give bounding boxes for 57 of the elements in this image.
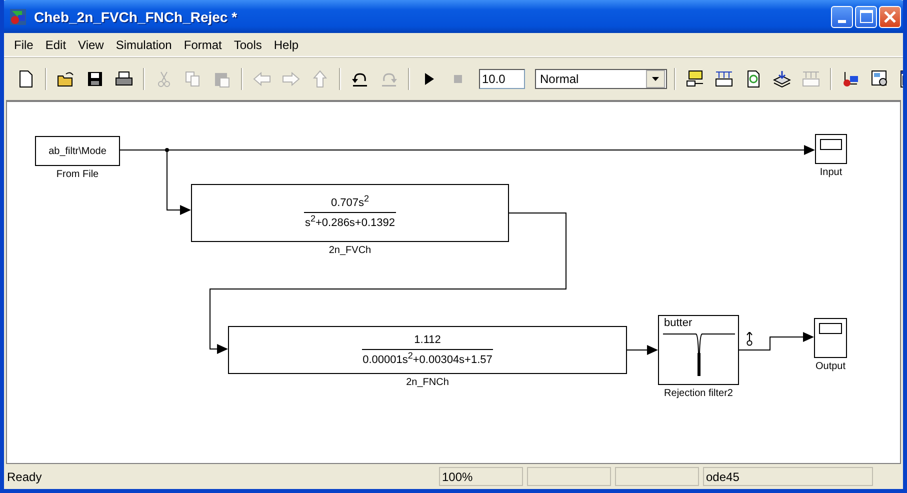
notch-response-icon: [662, 333, 734, 377]
filter-block[interactable]: butter: [658, 315, 739, 385]
scissors-icon: [155, 70, 173, 88]
library-icon: [686, 70, 704, 88]
output-port-icon: [746, 332, 753, 346]
numerator-text: 0.707s$^{2}$: [330, 197, 370, 209]
solver-name: ode45: [703, 467, 873, 486]
numerator-text: 1.112: [413, 334, 442, 346]
zoom-level: 100%: [439, 467, 523, 486]
menu-item[interactable]: File: [8, 36, 40, 54]
block-label: Rejection filter2: [664, 388, 733, 399]
scope-block[interactable]: [815, 134, 847, 164]
block-label: Input: [820, 167, 842, 178]
block-label: 2n_FVCh: [328, 245, 372, 256]
stop-time-field[interactable]: 10.0: [479, 69, 525, 89]
window-title: Cheb_2n_FVCh_FNCh_Rejec *: [34, 8, 238, 24]
menu-item[interactable]: Simulation: [110, 36, 178, 54]
layers-icon: [773, 70, 791, 88]
menu-item[interactable]: Format: [178, 36, 228, 54]
block-text: butter: [663, 317, 692, 330]
transfer-function-block[interactable]: 1.112 0.00001s$^{2}$+0.00304s+1.57: [228, 326, 627, 374]
signal-line: [626, 345, 658, 355]
denominator-text: s$^{2}$+0.286s+0.1392: [304, 217, 396, 229]
close-icon: [883, 10, 897, 24]
block-label: Output: [815, 361, 846, 372]
caret-icon: [652, 77, 659, 81]
keyboard-icon: [715, 70, 733, 88]
branch-point: [165, 148, 169, 152]
menu-item[interactable]: View: [72, 36, 110, 54]
menu-item[interactable]: Edit: [39, 36, 72, 54]
block-label: From File: [56, 169, 99, 180]
up-arrow-icon: [311, 70, 329, 88]
diagram-icon: [842, 70, 860, 88]
open-folder-icon: [57, 70, 75, 88]
menu-item[interactable]: Tools: [228, 36, 268, 54]
minimize-button[interactable]: [831, 6, 853, 28]
scope-block[interactable]: [814, 318, 847, 358]
from-file-block[interactable]: ab_filtr\Mode: [35, 136, 120, 166]
paste-icon: [213, 70, 231, 88]
forward-arrow-icon: [282, 70, 300, 88]
transfer-function-block[interactable]: 0.707s$^{2}$ s$^{2}$+0.286s+0.1392: [191, 184, 509, 242]
menu-item[interactable]: Help: [268, 36, 305, 54]
denominator-text: 0.00001s$^{2}$+0.00304s+1.57: [362, 354, 494, 366]
save-icon: [86, 70, 104, 88]
simulation-mode-dropdown[interactable]: Normal: [535, 69, 667, 89]
block-text: ab_filtr\Mode: [48, 146, 106, 156]
new-file-icon: [17, 70, 35, 88]
maximize-button[interactable]: [855, 6, 877, 28]
back-arrow-icon: [253, 70, 271, 88]
status-message: Ready: [6, 468, 43, 486]
close-button[interactable]: [879, 6, 901, 28]
printer-icon: [115, 70, 133, 88]
keyboard-icon: [802, 70, 820, 88]
block-label: 2n_FNCh: [406, 377, 449, 388]
zoom-page-icon: [871, 70, 889, 88]
app-icon: [10, 8, 26, 24]
copy-icon: [184, 70, 202, 88]
